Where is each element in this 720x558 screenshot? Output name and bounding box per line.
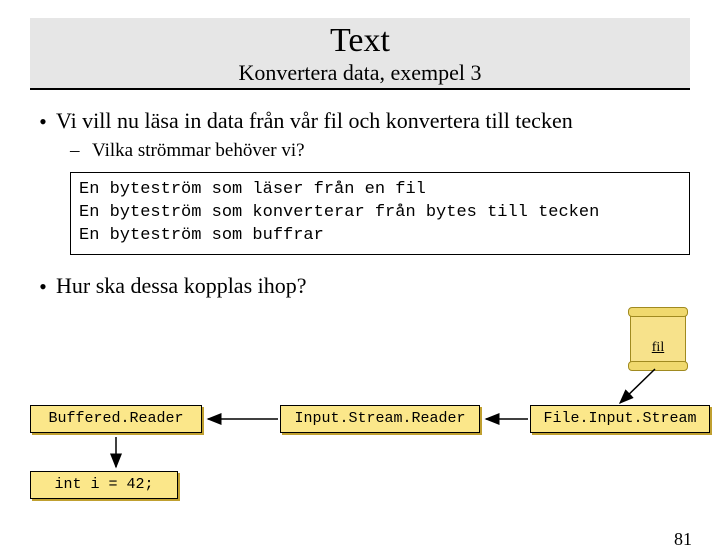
slide-title: Text [30,22,690,60]
dash-icon: – [70,140,92,162]
bullet-2: • Hur ska dessa kopplas ihop? [30,273,690,301]
sub-bullet-1-text: Vilka strömmar behöver vi? [92,140,305,162]
slide-subtitle: Konvertera data, exempel 3 [30,60,690,86]
arrows-layer [30,305,690,515]
bullet-dot-icon: • [30,273,56,301]
stream-list-box: En byteström som läser från en fil En by… [70,172,690,255]
title-block: Text Konvertera data, exempel 3 [30,18,690,90]
bullet-2-text: Hur ska dessa kopplas ihop? [56,273,307,299]
bullet-1-text: Vi vill nu läsa in data från vår fil och… [56,108,573,134]
sub-bullet-1: – Vilka strömmar behöver vi? [70,140,690,162]
bullet-dot-icon: • [30,108,56,136]
diagram-area: fil Buffered.Reader Input.Stream.Reader … [30,305,690,515]
content-area: • Vi vill nu läsa in data från vår fil o… [30,108,690,301]
bullet-1: • Vi vill nu läsa in data från vår fil o… [30,108,690,136]
